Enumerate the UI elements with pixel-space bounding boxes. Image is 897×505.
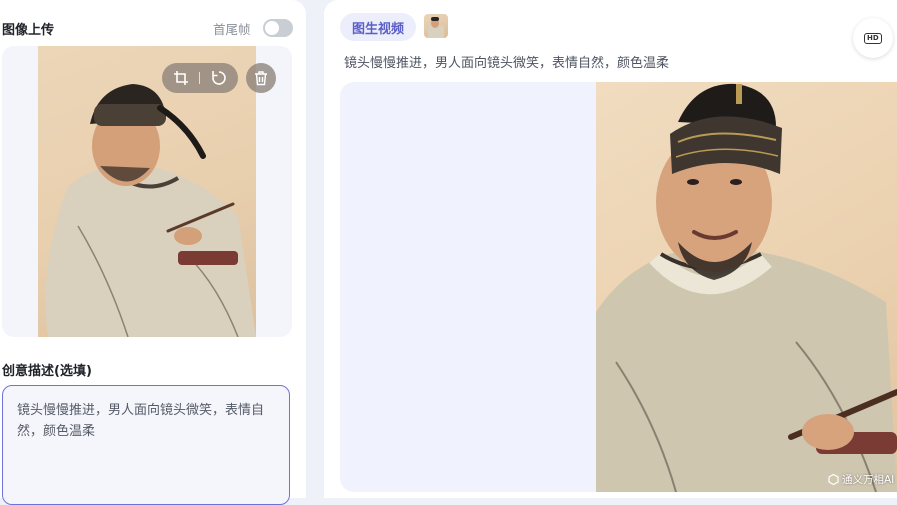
video-preview-area: 通义万相AI (340, 82, 897, 492)
description-section-title: 创意描述(选填) (2, 364, 92, 379)
toggle-knob (265, 21, 279, 35)
first-last-frame-label: 首尾帧 (213, 22, 251, 37)
upload-section-title: 图像上传 (2, 23, 55, 38)
image-to-video-tag[interactable]: 图生视频 (340, 13, 417, 41)
left-panel: 图像上传 首尾帧 创意描述(选填) 镜头慢慢推进，男人面向镜头微笑，表情自然，颜… (0, 0, 306, 505)
hd-button[interactable]: HD (853, 18, 893, 58)
delete-image-button[interactable] (246, 63, 276, 93)
hd-icon: HD (864, 32, 882, 44)
watermark: 通义万相AI (828, 472, 894, 487)
crop-button[interactable] (166, 63, 196, 93)
first-last-frame-toggle[interactable] (263, 19, 293, 37)
rotate-button[interactable] (204, 63, 234, 93)
toolbar-divider (199, 72, 200, 84)
image-upload-area[interactable] (2, 46, 292, 337)
right-panel: 图生视频 镜头慢慢推进，男人面向镜头微笑，表情自然，颜色温柔 通义万相AI HD (324, 0, 897, 498)
image-edit-toolbar (162, 63, 238, 93)
generated-video-frame[interactable] (596, 82, 897, 492)
watermark-text: 通义万相AI (842, 474, 895, 486)
trash-icon (255, 71, 267, 86)
description-textarea[interactable]: 镜头慢慢推进，男人面向镜头微笑，表情自然，颜色温柔 (2, 385, 290, 505)
watermark-logo-icon (828, 474, 839, 485)
crop-icon (174, 71, 188, 85)
result-prompt-text: 镜头慢慢推进，男人面向镜头微笑，表情自然，颜色温柔 (344, 56, 670, 71)
rotate-icon (212, 71, 226, 85)
source-image-thumbnail[interactable] (424, 14, 448, 38)
